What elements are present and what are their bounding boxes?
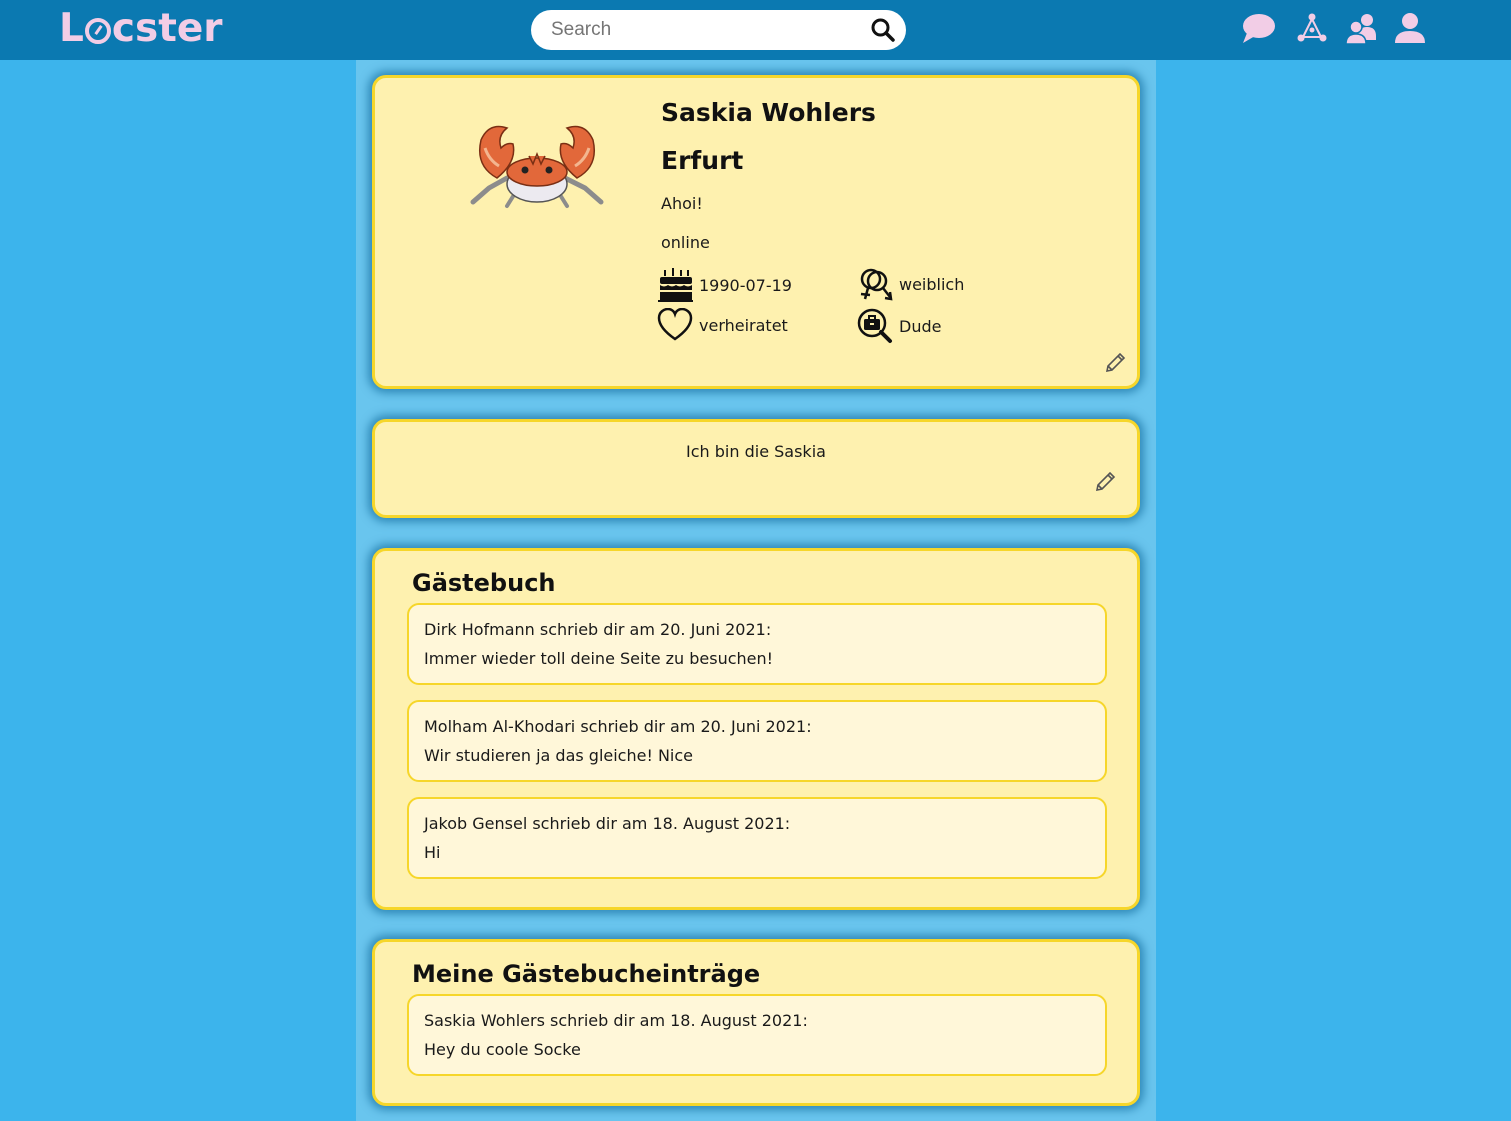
entry-message: Immer wieder toll deine Seite zu besuche… xyxy=(424,649,774,668)
profile-status-message: Ahoi! xyxy=(661,194,703,213)
heart-icon xyxy=(657,308,693,341)
birthday-value: 1990-07-19 xyxy=(699,275,792,295)
entry-header: Jakob Gensel schrieb dir am 18. August 2… xyxy=(424,814,791,833)
birthday-info: 1990-07-19 xyxy=(657,268,792,302)
guestbook-entry: Molham Al-Khodari schrieb dir am 20. Jun… xyxy=(407,700,1107,782)
relationship-info: verheiratet xyxy=(657,308,788,342)
about-text: Ich bin die Saskia xyxy=(686,442,826,461)
entry-header: Molham Al-Khodari schrieb dir am 20. Jun… xyxy=(424,717,812,736)
crab-avatar-image xyxy=(470,125,604,208)
birthday-cake-icon xyxy=(658,268,693,302)
top-navigation-bar: Lcster xyxy=(0,0,1511,60)
guestbook-card: Gästebuch Dirk Hofmann schrieb dir am 20… xyxy=(372,548,1140,910)
guestbook-title: Gästebuch xyxy=(412,569,556,597)
edit-profile-pencil-icon[interactable] xyxy=(1103,351,1127,375)
locster-logo[interactable]: Lcster xyxy=(59,6,223,52)
entry-message: Hi xyxy=(424,843,441,862)
profile-icon[interactable] xyxy=(1392,12,1428,46)
guestbook-entry: Dirk Hofmann schrieb dir am 20. Juni 202… xyxy=(407,603,1107,685)
profile-city: Erfurt xyxy=(661,146,744,175)
gender-value: weiblich xyxy=(899,274,965,294)
online-status: online xyxy=(661,233,710,252)
compass-icon xyxy=(84,18,111,44)
profile-name: Saskia Wohlers xyxy=(661,98,876,127)
relationship-value: verheiratet xyxy=(699,315,788,335)
logo-text: cster xyxy=(111,6,223,51)
content-column: Saskia Wohlers Erfurt Ahoi! online 1990-… xyxy=(356,60,1156,1121)
search-input[interactable] xyxy=(551,16,851,44)
gender-info: weiblich xyxy=(857,266,964,302)
entry-message: Wir studieren ja das gleiche! Nice xyxy=(424,746,694,765)
search-icon[interactable] xyxy=(870,17,896,43)
entry-message: Hey du coole Socke xyxy=(424,1040,581,1059)
chat-icon[interactable] xyxy=(1240,12,1276,46)
my-guestbook-entry: Saskia Wohlers schrieb dir am 18. August… xyxy=(407,994,1107,1076)
gender-icon xyxy=(860,268,893,301)
looking-for-value: Dude xyxy=(899,316,942,336)
profile-card: Saskia Wohlers Erfurt Ahoi! online 1990-… xyxy=(372,75,1140,389)
my-entries-title: Meine Gästebucheinträge xyxy=(412,960,761,988)
search-bar xyxy=(531,10,906,50)
guestbook-entry: Jakob Gensel schrieb dir am 18. August 2… xyxy=(407,797,1107,879)
network-icon[interactable] xyxy=(1294,12,1330,46)
job-search-icon xyxy=(857,308,892,343)
friends-icon[interactable] xyxy=(1344,12,1380,46)
entry-header: Dirk Hofmann schrieb dir am 20. Juni 202… xyxy=(424,620,772,639)
entry-header: Saskia Wohlers schrieb dir am 18. August… xyxy=(424,1011,808,1030)
looking-for-info: Dude xyxy=(857,308,941,344)
edit-about-pencil-icon[interactable] xyxy=(1093,470,1117,494)
about-card: Ich bin die Saskia xyxy=(372,419,1140,518)
logo-letter-l: L xyxy=(59,6,84,51)
my-guestbook-entries-card: Meine Gästebucheinträge Saskia Wohlers s… xyxy=(372,939,1140,1106)
